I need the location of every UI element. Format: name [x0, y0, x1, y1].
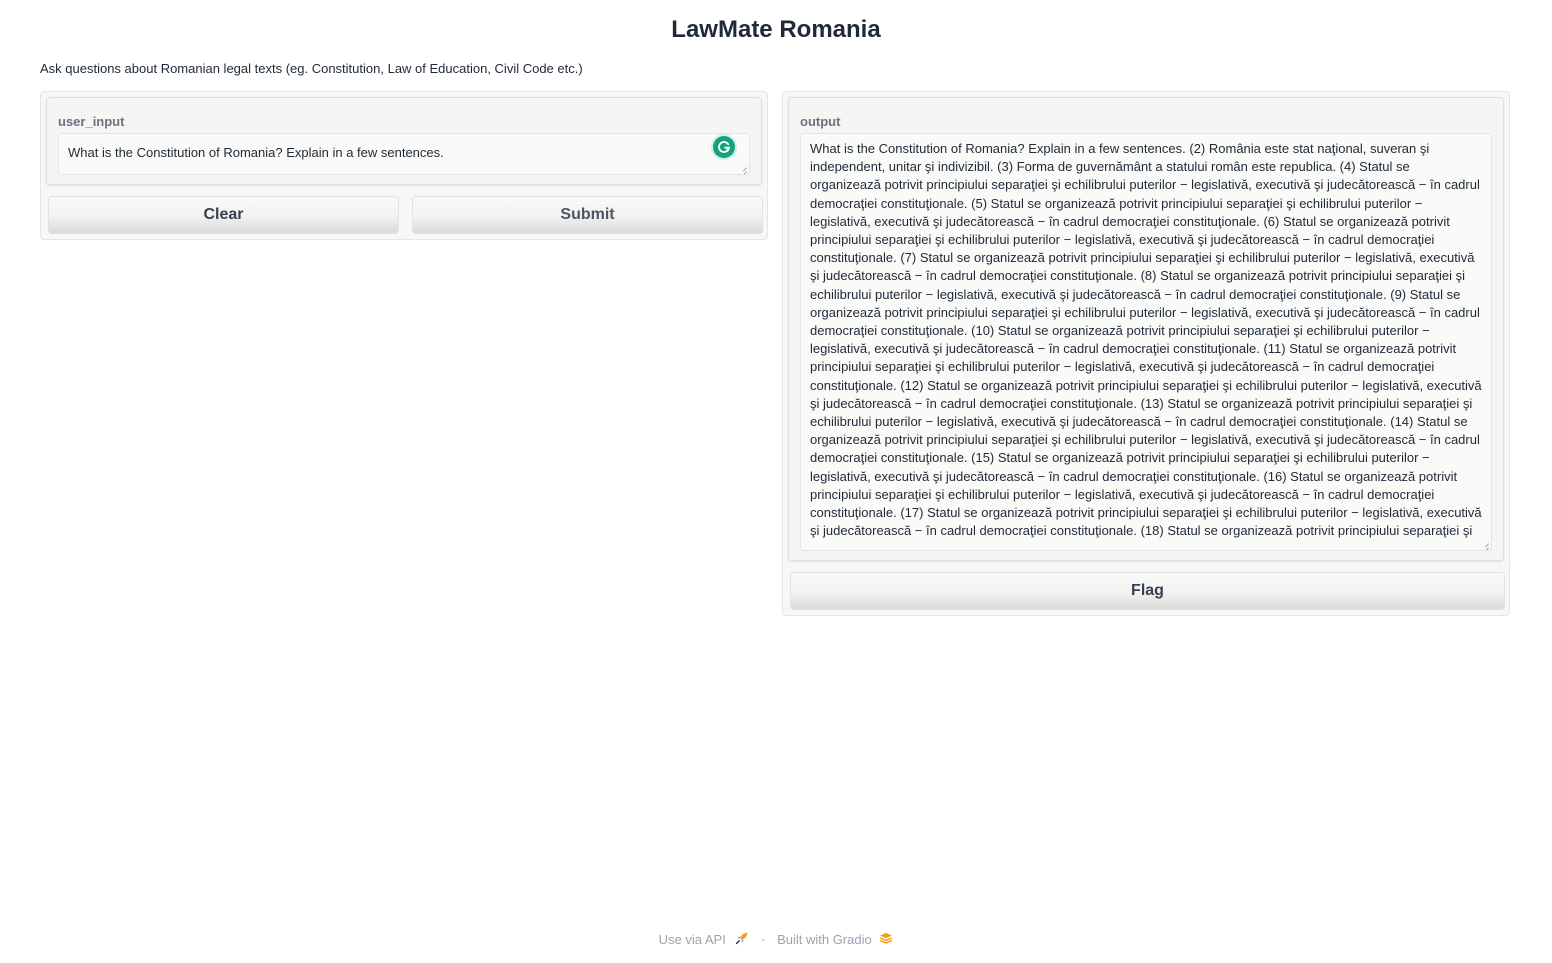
use-via-api-link[interactable]: Use via API — [659, 932, 726, 947]
footer: Use via API · Built with Gradio — [0, 931, 1552, 948]
page-title: LawMate Romania — [671, 16, 881, 43]
flag-button[interactable]: Flag — [790, 572, 1505, 610]
output-column: output What is the Constitution of Roman… — [782, 91, 1510, 616]
footer-separator: · — [761, 932, 766, 948]
output-label: output — [800, 114, 841, 129]
grammarly-icon[interactable] — [713, 136, 735, 158]
clear-button[interactable]: Clear — [48, 196, 399, 234]
resize-handle-icon[interactable] — [739, 164, 747, 172]
user-input-label: user_input — [58, 114, 125, 129]
built-with-gradio-link[interactable]: Built with Gradio — [777, 932, 872, 947]
user-input-block: user_input What is the Constitution of R… — [46, 97, 762, 185]
submit-button[interactable]: Submit — [412, 196, 763, 234]
input-column: user_input What is the Constitution of R… — [40, 91, 768, 240]
output-text: What is the Constitution of Romania? Exp… — [810, 141, 1482, 539]
resize-handle-icon[interactable] — [1481, 540, 1489, 548]
app-description: Ask questions about Romanian legal texts… — [40, 61, 583, 76]
user-input-textarea[interactable]: What is the Constitution of Romania? Exp… — [58, 133, 750, 175]
rocket-icon — [735, 931, 749, 948]
gradio-logo-icon — [879, 932, 893, 947]
output-textarea[interactable]: What is the Constitution of Romania? Exp… — [800, 133, 1492, 551]
user-input-text: What is the Constitution of Romania? Exp… — [68, 145, 444, 160]
output-block: output What is the Constitution of Roman… — [788, 97, 1504, 561]
